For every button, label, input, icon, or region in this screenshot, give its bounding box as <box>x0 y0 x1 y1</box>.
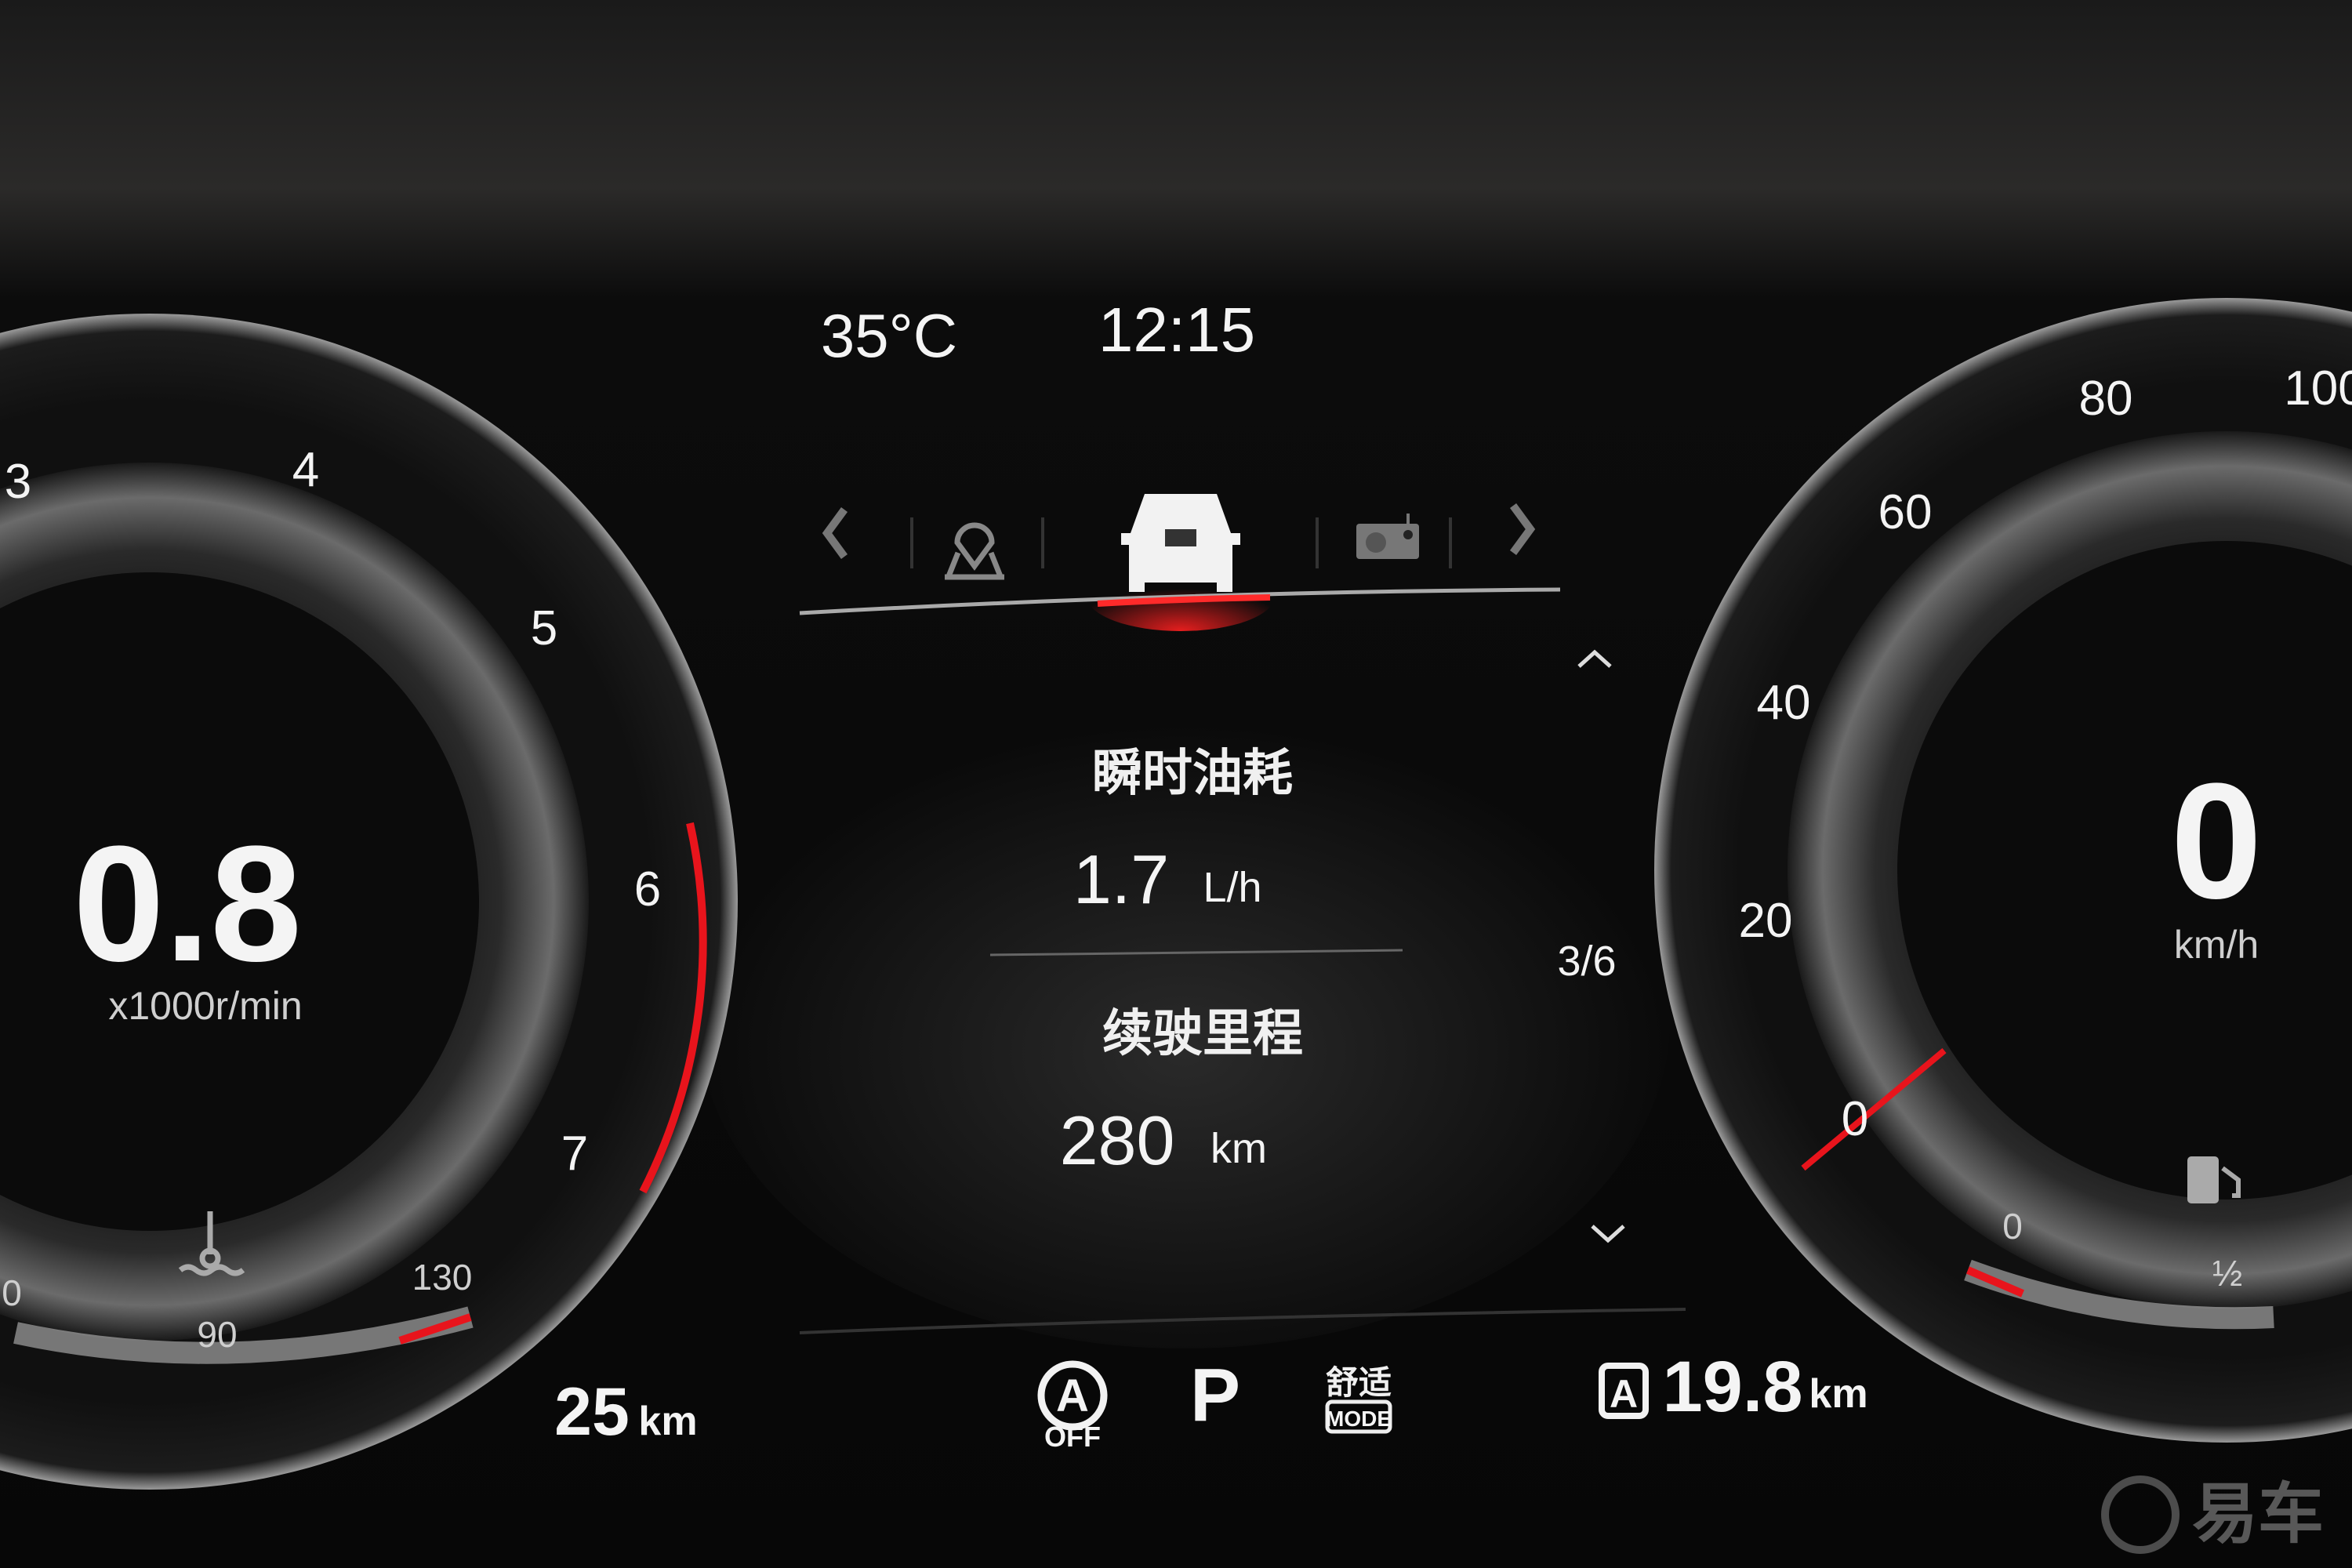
tach-tick-4: 4 <box>292 443 319 497</box>
rpm-unit: x1000r/min <box>108 984 302 1028</box>
trip-a-label: A <box>1610 1372 1638 1416</box>
left-range-value: 25 <box>554 1374 630 1450</box>
instant-fuel-unit: L/h <box>1203 864 1261 911</box>
svg-text:A: A <box>1056 1370 1089 1421</box>
speed-tick-100: 100 <box>2284 361 2352 416</box>
range-value: 280 <box>1060 1102 1175 1179</box>
instant-fuel-value: 1.7 <box>1073 840 1169 918</box>
clock: 12:15 <box>1098 295 1255 365</box>
range-label: 续驶里程 <box>1102 1005 1303 1063</box>
coolant-tick-130: 130 <box>412 1257 473 1298</box>
speed-tick-80: 80 <box>2079 372 2133 426</box>
speed-tick-0: 0 <box>1842 1092 1868 1146</box>
page-indicator: 3/6 <box>1557 938 1616 985</box>
speed-tick-40: 40 <box>1757 676 1811 730</box>
left-range-unit: km <box>638 1399 697 1444</box>
outside-temperature: 35°C <box>821 301 957 370</box>
coolant-tick-0: 0 <box>2 1272 22 1313</box>
range-unit: km <box>1210 1125 1267 1172</box>
tach-tick-3: 3 <box>5 455 31 509</box>
instant-fuel-label: 瞬时油耗 <box>1092 745 1293 803</box>
coolant-tick-90: 90 <box>197 1314 237 1355</box>
tach-tick-7: 7 <box>561 1127 588 1181</box>
speed-tick-20: 20 <box>1739 894 1793 948</box>
speed-tick-60: 60 <box>1878 485 1933 539</box>
auto-hold-label: OFF <box>1044 1421 1101 1453</box>
gear-indicator: P <box>1190 1353 1240 1437</box>
drive-mode-indicator: 舒适 MODE <box>1325 1363 1392 1434</box>
instrument-cluster: 3 4 5 6 7 0.8 x1000r/min 0 90 130 0 20 4… <box>0 0 2352 1568</box>
fuel-tick-empty: 0 <box>2002 1206 2023 1247</box>
trip-a-unit: km <box>1809 1371 1867 1417</box>
rpm-value: 0.8 <box>73 811 302 996</box>
drive-mode-label: 舒适 <box>1326 1363 1392 1402</box>
trip-a-value: 19.8 <box>1662 1347 1802 1427</box>
speed-value: 0 <box>2171 749 2263 933</box>
tach-tick-6: 6 <box>634 862 661 916</box>
drive-mode-tag: MODE <box>1326 1406 1392 1431</box>
fuel-tick-half: ½ <box>2212 1253 2242 1294</box>
watermark-text: 易车 <box>2192 1475 2324 1552</box>
speed-unit: km/h <box>2174 923 2259 967</box>
tach-tick-5: 5 <box>531 601 557 655</box>
